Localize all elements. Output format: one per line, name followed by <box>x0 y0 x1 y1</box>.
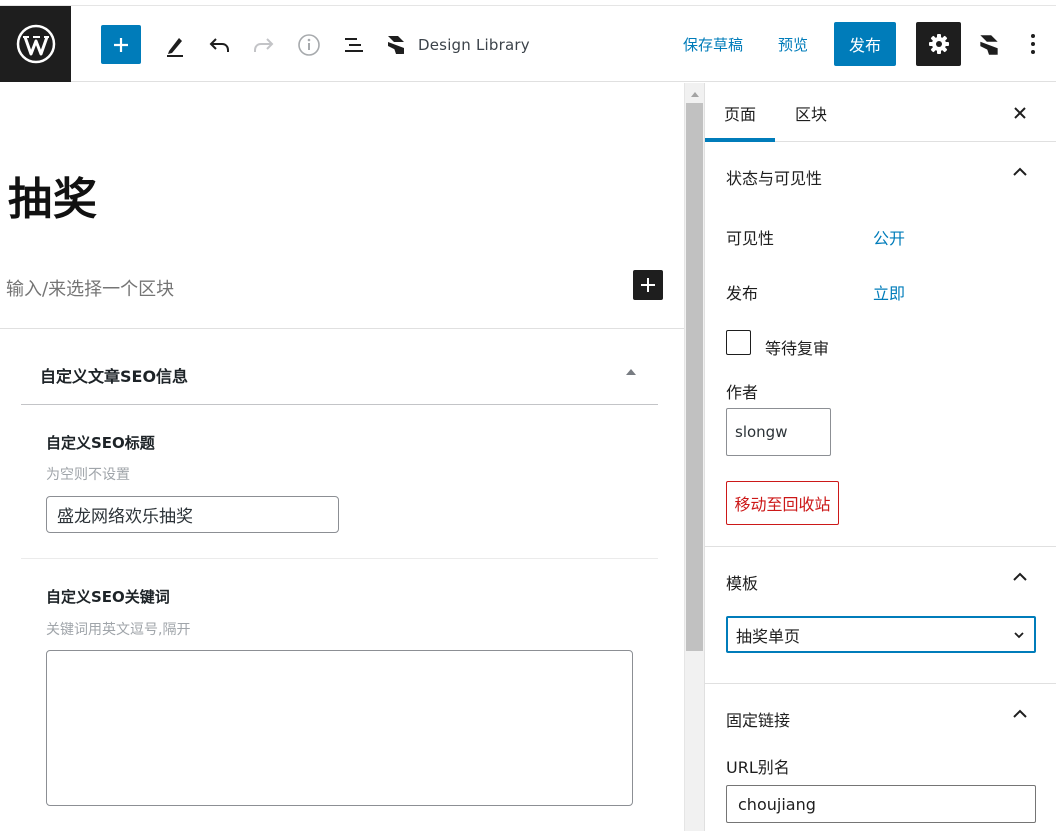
move-to-trash-button[interactable]: 移动至回收站 <box>726 481 839 525</box>
visibility-label: 可见性 <box>726 229 775 248</box>
publish-button[interactable]: 发布 <box>834 22 896 66</box>
tab-block[interactable]: 区块 <box>777 83 845 142</box>
editor-scrollbar[interactable] <box>684 83 704 831</box>
edit-pencil-icon[interactable] <box>158 28 192 62</box>
pending-review-checkbox[interactable] <box>726 330 751 355</box>
visibility-toggle[interactable]: 公开 <box>873 225 905 249</box>
template-selected-value: 抽奖单页 <box>736 626 801 646</box>
url-slug-label: URL别名 <box>726 758 790 777</box>
status-panel-title[interactable]: 状态与可见性 <box>726 165 822 189</box>
gear-icon <box>928 34 949 54</box>
scroll-up-arrow-icon[interactable] <box>689 89 701 99</box>
close-sidebar-button[interactable] <box>1007 100 1033 126</box>
block-appender-placeholder[interactable]: 输入/来选择一个区块 <box>6 275 174 301</box>
chevron-down-icon <box>1014 632 1024 639</box>
browser-edge <box>0 0 1056 6</box>
url-slug-input[interactable]: choujiang <box>726 785 1036 823</box>
inline-add-block-button[interactable] <box>633 270 663 300</box>
seo-title-input[interactable]: 盛龙网络欢乐抽奖 <box>46 496 339 533</box>
author-select[interactable]: slongw <box>726 408 831 456</box>
more-options-icon[interactable] <box>1018 26 1048 62</box>
permalink-panel-title[interactable]: 固定链接 <box>726 707 790 731</box>
chevron-up-icon[interactable] <box>1011 568 1029 586</box>
undo-icon[interactable] <box>202 28 236 62</box>
wordpress-logo-icon[interactable] <box>0 6 71 82</box>
settings-sidebar: 页面 区块 状态与可见性 可见性 公开 发布 立即 等待复审 作者 slongw… <box>704 83 1056 831</box>
publish-date-toggle[interactable]: 立即 <box>873 280 905 304</box>
save-draft-button[interactable]: 保存草稿 <box>683 34 743 55</box>
seo-keywords-label: 自定义SEO关键词 <box>46 588 170 606</box>
seo-title-label: 自定义SEO标题 <box>46 434 155 452</box>
editor-app: Design Library 保存草稿 预览 发布 抽奖 输入/来选择一个区块 … <box>0 0 1056 831</box>
sidebar-tabs: 页面 区块 <box>705 83 1056 142</box>
scrollbar-thumb[interactable] <box>686 103 703 651</box>
plus-icon <box>641 278 655 292</box>
template-panel-title[interactable]: 模板 <box>726 570 758 594</box>
author-label: 作者 <box>726 383 759 402</box>
pending-review-label: 等待复审 <box>765 339 830 358</box>
add-block-button[interactable] <box>101 25 141 64</box>
settings-button[interactable] <box>916 22 961 66</box>
design-library-button[interactable]: Design Library <box>384 30 530 60</box>
info-icon[interactable] <box>292 28 326 62</box>
chevron-up-icon[interactable] <box>1011 705 1029 723</box>
seo-title-hint: 为空则不设置 <box>46 467 130 483</box>
seo-metabox-title: 自定义文章SEO信息 <box>40 367 189 386</box>
chevron-up-icon[interactable] <box>1011 163 1029 181</box>
field-separator <box>21 558 658 559</box>
post-title[interactable]: 抽奖 <box>8 163 98 227</box>
seo-keywords-hint: 关键词用英文逗号,隔开 <box>46 622 191 638</box>
collapse-triangle-icon[interactable] <box>624 365 638 379</box>
stackable-logo-icon <box>388 36 404 54</box>
plus-icon <box>114 37 128 52</box>
list-view-icon[interactable] <box>337 28 371 62</box>
seo-metabox-header[interactable]: 自定义文章SEO信息 <box>21 329 658 405</box>
design-library-label: Design Library <box>418 36 530 54</box>
stackable-settings-icon[interactable] <box>972 28 1006 62</box>
panel-separator <box>705 683 1056 684</box>
publish-label: 发布 <box>726 284 759 303</box>
preview-button[interactable]: 预览 <box>778 34 808 55</box>
top-toolbar: Design Library 保存草稿 预览 发布 <box>0 0 1056 82</box>
seo-keywords-textarea[interactable] <box>46 650 633 806</box>
redo-icon[interactable] <box>247 28 281 62</box>
close-icon <box>1014 107 1026 119</box>
tab-page[interactable]: 页面 <box>705 83 775 142</box>
editor-canvas: 抽奖 输入/来选择一个区块 自定义文章SEO信息 自定义SEO标题 为空则不设置… <box>0 83 684 831</box>
template-select[interactable]: 抽奖单页 <box>726 616 1036 653</box>
panel-separator <box>705 546 1056 547</box>
